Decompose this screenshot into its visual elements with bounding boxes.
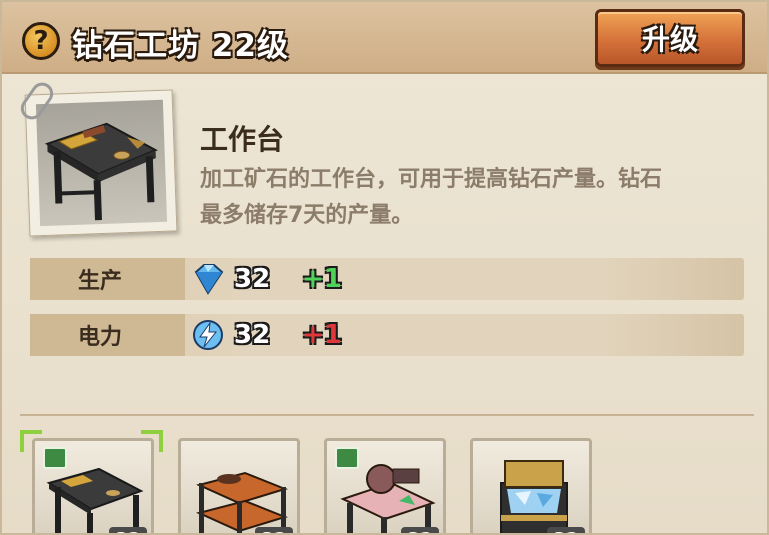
item-card-saw-table[interactable]: 32 [324,438,446,533]
item-card-shelf[interactable]: 32 [178,438,300,533]
header-bar: ? 钻石工坊 22级 升级 [2,2,767,74]
stat-label: 电力 [77,325,122,350]
user-badge-icon [335,447,359,469]
stat-value: 32 [234,264,271,294]
selection-corner-icon [141,430,163,452]
question-mark-icon: ? [33,26,49,56]
user-badge-icon [43,447,67,469]
item-card-workbench[interactable]: 32 [32,438,154,533]
stat-delta: +1 [302,320,342,350]
section-divider [20,414,754,416]
item-name: 工作台 [200,123,285,156]
diamond-icon [194,264,224,295]
selection-corner-icon [20,430,42,452]
stat-delta: +1 [302,264,342,294]
stat-row-production: 生产 32 +1 [30,258,744,300]
workbench-icon [44,122,158,221]
help-button[interactable]: ? [22,22,60,60]
item-description: 加工矿石的工作台，可用于提高钻石产量。钻石最多储存7天的产量。 [200,167,663,228]
shelf-icon [196,471,289,533]
lightning-icon [193,320,223,350]
stat-label: 生产 [77,269,122,294]
item-photo [24,89,178,237]
card-level: 32 [401,527,439,533]
item-card-diamond-chest[interactable]: 32 [470,438,592,533]
card-level: 32 [255,527,293,533]
stat-value: 32 [234,320,271,350]
building-panel: ? 钻石工坊 22级 升级 工作台 加工矿石的工作台，可用于提高钻石产量。钻石最… [0,0,769,535]
building-title: 钻石工坊 22级 [72,28,289,64]
card-level: 32 [547,527,585,533]
card-level: 32 [109,527,147,533]
diamond-chest-icon [500,460,568,533]
stat-row-power: 电力 32 +1 [30,314,744,356]
upgrade-button[interactable]: 升级 [595,9,745,67]
